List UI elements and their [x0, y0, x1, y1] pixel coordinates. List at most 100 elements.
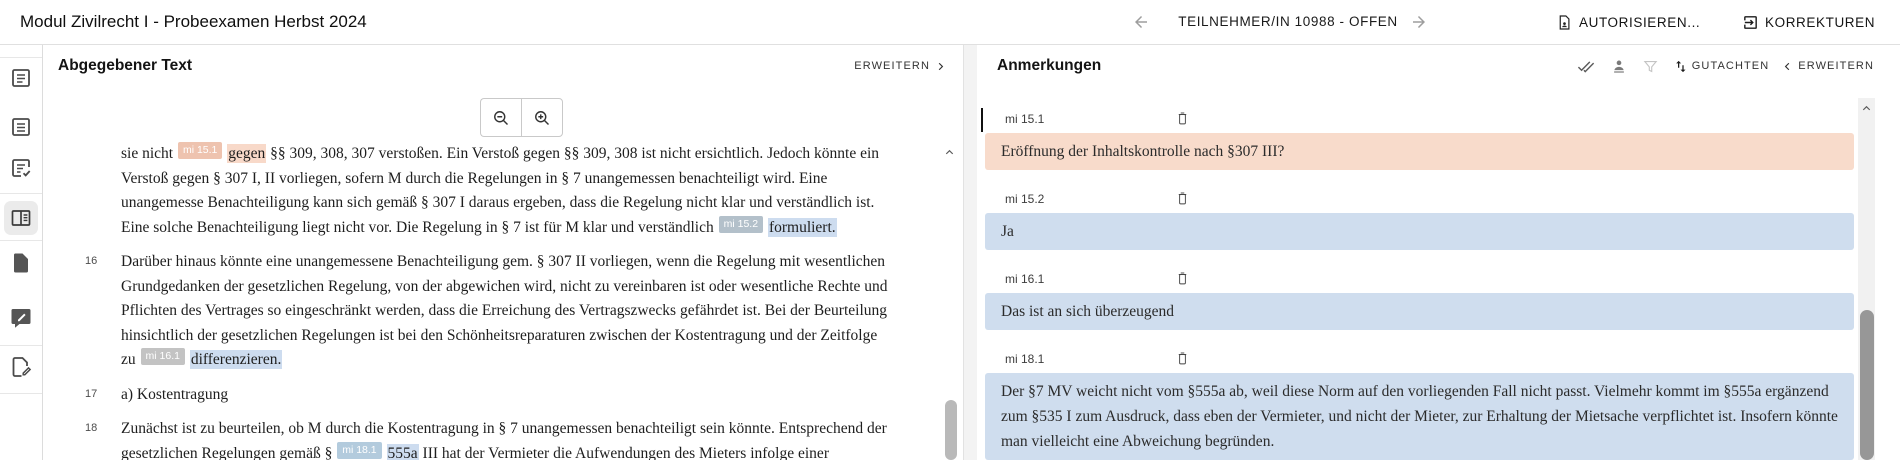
document-text: sie nicht	[121, 145, 177, 162]
document-line: sie nicht mi 15.1 gegen §§ 309, 308, 307…	[121, 142, 888, 167]
gutachten-sort-button[interactable]: GUTACHTEN	[1673, 59, 1770, 74]
line-number: 16	[85, 255, 97, 267]
annotation-marker[interactable]: mi 18.1	[337, 442, 381, 459]
annotation-header: mi 15.1	[977, 108, 1854, 132]
document-line: unangemesse Benachteiligung kann sich ge…	[121, 191, 888, 216]
sidebar-item-submitted-text[interactable]	[0, 61, 42, 95]
annotation-marker[interactable]: mi 15.2	[719, 216, 763, 233]
comment-edit-icon	[9, 306, 33, 330]
sidebar-divider	[0, 193, 42, 194]
zoom-controls	[480, 98, 563, 137]
document-text: zu	[121, 351, 140, 368]
submitted-text-icon	[9, 66, 33, 90]
submitted-text-title: Abgegebener Text	[58, 44, 192, 88]
annotation-card[interactable]: Das ist an sich überzeugend	[985, 293, 1854, 330]
highlighted-text[interactable]: differenzieren.	[190, 350, 283, 369]
zoom-in-button[interactable]	[521, 98, 563, 137]
document-text: Zunächst ist zu beurteilen, ob M durch d…	[121, 420, 887, 437]
document-lines-icon	[9, 115, 33, 139]
sidebar-item-reader-view[interactable]	[4, 201, 38, 235]
document-text: III hat der Vermieter die Aufwendungen d…	[419, 445, 829, 460]
document-text: Grundgedanken der gesetzlichen Regelung,…	[121, 278, 888, 295]
document-paragraph: 16Darüber hinaus könnte eine unangemesse…	[121, 250, 888, 373]
annotation-marker[interactable]: mi 15.1	[178, 142, 222, 159]
delete-annotation-icon[interactable]	[1175, 110, 1193, 130]
collapse-annotations-button[interactable]: ERWEITERN	[1781, 60, 1874, 73]
zoom-out-button[interactable]	[480, 98, 521, 137]
authorize-button[interactable]: AUTORISIEREN...	[1556, 0, 1700, 44]
line-number: 18	[85, 422, 97, 434]
annotation-header: mi 18.1	[977, 348, 1854, 372]
chevron-up-icon	[1861, 103, 1872, 114]
annotations-toolbar: GUTACHTEN ERWEITERN	[1577, 44, 1874, 88]
annotation-card[interactable]: Eröffnung der Inhaltskontrolle nach §307…	[985, 133, 1854, 170]
filter-icon[interactable]	[1641, 56, 1661, 76]
document-line: hinsichtlich der gesetzlichen Regelungen…	[121, 324, 888, 349]
sidebar-divider	[0, 393, 42, 394]
chevron-left-icon	[1781, 60, 1794, 73]
annotation-id: mi 15.2	[1005, 192, 1044, 206]
korrekturen-button[interactable]: KORREKTUREN	[1742, 0, 1875, 44]
annotation-id: mi 15.1	[1005, 112, 1044, 126]
reader-view-icon	[9, 206, 33, 230]
text-scroll-up-button[interactable]	[941, 144, 958, 160]
corrections-export-icon	[1742, 14, 1759, 31]
erweitern-label: ERWEITERN	[1798, 60, 1874, 72]
document-text: hinsichtlich der gesetzlichen Regelungen…	[121, 327, 877, 344]
page-edit-icon	[9, 355, 33, 379]
sidebar-item-page-edit[interactable]	[0, 350, 42, 384]
highlighted-text[interactable]: formuliert.	[768, 218, 837, 237]
annotation-card[interactable]: Ja	[985, 213, 1854, 250]
document-text: Pflichten des Vertrages so eingeschränkt…	[121, 302, 887, 319]
annotation-header: mi 16.1	[977, 268, 1854, 292]
document-text: a) Kostentragung	[121, 386, 228, 403]
annotations-panel: Anmerkungen GUTACHTEN ERWEITERN mi 15.1 E…	[977, 44, 1900, 460]
sidebar-item-document-lines[interactable]	[0, 110, 42, 144]
delete-annotation-icon[interactable]	[1175, 190, 1193, 210]
annotations-scroll-up-button[interactable]	[1858, 100, 1875, 116]
assign-user-icon[interactable]	[1609, 56, 1629, 76]
annotation-marker[interactable]: mi 16.1	[141, 348, 185, 365]
highlighted-text[interactable]: 555a	[387, 444, 419, 460]
done-all-icon[interactable]	[1577, 56, 1597, 76]
document-text: §§ 309, 308, 307 verstoßen. Ein Verstoß …	[266, 145, 879, 162]
sidebar-item-blank-page[interactable]	[0, 246, 42, 280]
sidebar-divider	[0, 345, 42, 346]
delete-annotation-icon[interactable]	[1175, 270, 1193, 290]
document-text: Verstoß gegen § 307 I, II vorliegen, sof…	[121, 170, 827, 187]
document-text: gesetzlichen Regelungen gemäß §	[121, 445, 336, 460]
expand-label: ERWEITERN	[854, 60, 930, 72]
document-paragraph: sie nicht mi 15.1 gegen §§ 309, 308, 307…	[121, 142, 888, 240]
document-check-icon	[9, 156, 33, 180]
sort-vertical-icon	[1673, 59, 1688, 74]
annotation-id: mi 16.1	[1005, 272, 1044, 286]
prev-participant-button[interactable]	[1132, 13, 1150, 31]
annotation-id: mi 18.1	[1005, 352, 1044, 366]
annotation-card[interactable]: Der §7 MV weicht nicht vom §555a ab, wei…	[985, 373, 1854, 460]
sidebar-item-comment-edit[interactable]	[0, 301, 42, 335]
submitted-text-header: Abgegebener Text ERWEITERN	[43, 44, 963, 88]
document-line: gesetzlichen Regelungen gemäß § mi 18.1 …	[121, 442, 888, 460]
next-participant-button[interactable]	[1410, 13, 1428, 31]
arrow-right-icon	[1410, 13, 1428, 31]
document-line: zu mi 16.1 differenzieren.	[121, 348, 888, 373]
annotations-scrollbar-thumb[interactable]	[1860, 310, 1874, 460]
blank-page-icon	[9, 251, 33, 275]
authorize-document-icon	[1556, 14, 1573, 31]
document-text: Darüber hinaus könnte eine unangemessene…	[121, 253, 885, 270]
document-text: unangemesse Benachteiligung kann sich ge…	[121, 194, 874, 211]
delete-annotation-icon[interactable]	[1175, 350, 1193, 370]
document-line: Grundgedanken der gesetzlichen Regelung,…	[121, 275, 888, 300]
sidebar-divider	[0, 57, 42, 58]
document-line: Eine solche Benachteiligung liegt nicht …	[121, 216, 888, 241]
chevron-up-icon	[944, 147, 955, 158]
highlighted-text[interactable]: gegen	[227, 144, 266, 163]
expand-text-panel-button[interactable]: ERWEITERN	[854, 44, 947, 88]
zoom-out-icon	[491, 108, 511, 128]
document-text	[383, 445, 387, 460]
submitted-text-document: sie nicht mi 15.1 gegen §§ 309, 308, 307…	[121, 142, 888, 460]
text-scrollbar-thumb[interactable]	[945, 400, 957, 460]
annotations-title: Anmerkungen	[997, 44, 1101, 88]
sidebar-item-document-check[interactable]	[0, 151, 42, 185]
document-paragraph: 17a) Kostentragung	[121, 383, 888, 408]
